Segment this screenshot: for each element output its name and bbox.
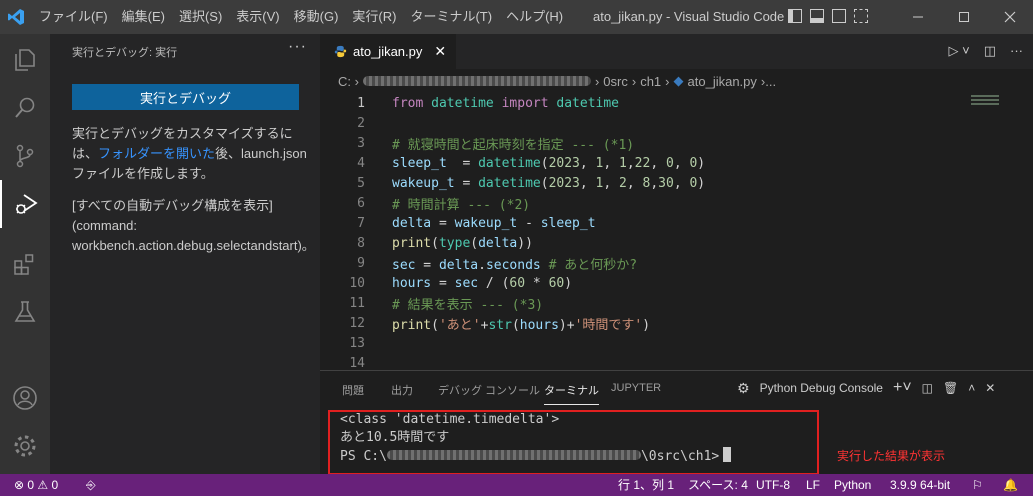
code-line: 7 delta = wakeup_t - sleep_t	[357, 215, 596, 231]
run-and-debug-button[interactable]: 実行とデバッグ	[72, 84, 299, 110]
problems-status[interactable]: ⊗ 0 ⚠ 0	[14, 474, 58, 496]
more-actions-icon[interactable]: ···	[288, 38, 307, 56]
window-title: ato_jikan.py - Visual Studio Code	[593, 9, 785, 24]
maximize-panel-icon[interactable]: ˄	[968, 381, 975, 395]
code-line: 4 sleep_t = datetime(2023, 1, 1,22, 0, 0)	[357, 155, 706, 171]
code-editor[interactable]: 1 from datetime import datetime 2 3 # 就寝時間…	[320, 93, 1033, 371]
breadcrumb-symbols[interactable]: ›...	[761, 74, 776, 89]
maximize-button[interactable]	[941, 0, 987, 34]
sidebar-title: 実行とデバッグ: 実行	[72, 47, 178, 59]
extensions-icon[interactable]	[0, 240, 50, 288]
testing-flask-icon[interactable]	[0, 288, 50, 336]
python-file-icon	[334, 45, 347, 58]
title-bar: ファイル(F) 編集(E) 選択(S) 表示(V) 移動(G) 実行(R) ター…	[0, 0, 1033, 34]
tab-close-icon[interactable]: ✕	[434, 43, 446, 60]
window-controls	[895, 0, 1033, 34]
tab-debug-console[interactable]: デバッグ コンソール	[438, 382, 540, 398]
menu-file[interactable]: ファイル(F)	[32, 0, 115, 34]
explorer-icon[interactable]	[0, 36, 50, 84]
run-and-debug-icon[interactable]	[0, 180, 50, 228]
customize-layout-icon[interactable]	[854, 9, 868, 23]
code-line: 2	[357, 115, 365, 131]
tab-label: ato_jikan.py	[353, 44, 423, 59]
annotation-highlight-box	[328, 410, 819, 475]
code-line: 9 sec = delta.seconds # あと何秒か?	[357, 255, 638, 273]
code-line: 10 hours = sec / (60 * 60)	[349, 275, 573, 291]
more-actions-icon[interactable]: ···	[1010, 43, 1023, 59]
open-folder-link[interactable]: フォルダーを開いた	[98, 146, 215, 161]
source-control-icon[interactable]	[0, 132, 50, 180]
menu-help[interactable]: ヘルプ(H)	[499, 0, 570, 34]
code-line: 8 print(type(delta))	[357, 235, 533, 251]
python-file-icon: ◆	[673, 73, 684, 88]
editor-tab-bar: ato_jikan.py ✕ ▷ ˅ ◫ ···	[320, 34, 1033, 69]
menu-selection[interactable]: 選択(S)	[172, 0, 229, 34]
code-line: 5 wakeup_t = datetime(2023, 1, 2, 8,30, 0…	[357, 175, 706, 191]
tab-ato-jikan[interactable]: ato_jikan.py ✕	[320, 34, 456, 69]
tab-problems[interactable]: 問題	[342, 382, 364, 398]
code-line: 13	[349, 335, 365, 351]
toggle-sidebar-icon[interactable]	[788, 9, 802, 23]
toggle-secondary-sidebar-icon[interactable]	[832, 9, 846, 23]
breadcrumb-folder-ch1[interactable]: ch1	[640, 74, 661, 89]
breadcrumb: C: › › 0src › ch1 › ◆ ato_jikan.py ›...	[320, 69, 1033, 93]
debug-gear-icon: ⚙	[737, 379, 750, 396]
eol-status[interactable]: LF	[806, 474, 820, 496]
cursor-position-status[interactable]: 行 1、列 1	[618, 474, 674, 496]
kill-terminal-icon[interactable]: 🗑	[943, 381, 958, 395]
accounts-icon[interactable]	[0, 374, 50, 422]
search-icon[interactable]	[0, 84, 50, 132]
menu-go[interactable]: 移動(G)	[287, 0, 346, 34]
run-debug-sidebar: 実行とデバッグ: 実行 ··· 実行とデバッグ 実行とデバッグをカスタマイズする…	[50, 34, 320, 474]
close-panel-icon[interactable]: ✕	[985, 381, 995, 395]
tab-output[interactable]: 出力	[391, 382, 413, 398]
code-line: 1 from datetime import datetime	[357, 95, 620, 111]
new-terminal-icon[interactable]: +˅	[893, 379, 912, 397]
menu-bar: ファイル(F) 編集(E) 選択(S) 表示(V) 移動(G) 実行(R) ター…	[32, 0, 570, 34]
panel-actions: ⚙ Python Debug Console +˅ ◫ 🗑 ˄ ✕	[737, 379, 995, 397]
python-interpreter-status[interactable]: 3.9.9 64-bit	[890, 474, 950, 496]
layout-controls	[788, 9, 868, 23]
notifications-bell-icon[interactable]: 🔔	[1003, 474, 1018, 496]
show-all-debug-configs-link[interactable]: [すべての自動デバッグ構成を表示] (command: workbench.ac…	[72, 196, 317, 256]
vscode-logo-icon	[0, 0, 32, 34]
code-line: 11 # 結果を表示 --- (*3)	[349, 295, 544, 313]
status-bar: ⊗ 0 ⚠ 0 ⎆ 行 1、列 1 スペース: 4 UTF-8 LF Pytho…	[0, 474, 1033, 496]
encoding-status[interactable]: UTF-8	[756, 474, 790, 496]
annotation-text: 実行した結果が表示	[837, 449, 946, 463]
code-line: 6 # 時間計算 --- (*2)	[357, 195, 531, 213]
menu-view[interactable]: 表示(V)	[229, 0, 286, 34]
debug-status-icon[interactable]: ⎆	[86, 474, 96, 496]
toggle-panel-icon[interactable]	[810, 9, 824, 23]
terminal-selector[interactable]: Python Debug Console	[760, 381, 883, 395]
tab-jupyter[interactable]: JUPYTER	[611, 382, 661, 394]
minimize-button[interactable]	[895, 0, 941, 34]
split-editor-icon[interactable]: ◫	[984, 43, 996, 59]
breadcrumb-drive[interactable]: C: ›	[338, 74, 359, 89]
menu-edit[interactable]: 編集(E)	[115, 0, 172, 34]
menu-run[interactable]: 実行(R)	[345, 0, 403, 34]
code-line: 12 print('あと'+str(hours)+'時間です')	[349, 315, 651, 333]
run-file-icon[interactable]: ▷ ˅	[949, 43, 970, 59]
feedback-icon[interactable]: ⚐	[972, 474, 983, 496]
redacted-path	[362, 76, 591, 86]
close-button[interactable]	[987, 0, 1033, 34]
split-terminal-icon[interactable]: ◫	[922, 381, 933, 395]
editor-actions: ▷ ˅ ◫ ···	[949, 43, 1024, 59]
sidebar-description: 実行とデバッグをカスタマイズするには、フォルダーを開いた後、launch.jso…	[72, 126, 307, 181]
breadcrumb-folder-0src[interactable]: 0src	[603, 74, 628, 89]
tab-terminal[interactable]: ターミナル	[544, 382, 599, 405]
breadcrumb-file[interactable]: ato_jikan.py	[688, 74, 757, 89]
indentation-status[interactable]: スペース: 4	[688, 474, 748, 496]
menu-terminal[interactable]: ターミナル(T)	[403, 0, 499, 34]
settings-gear-icon[interactable]	[0, 422, 50, 470]
language-mode-status[interactable]: Python	[834, 474, 871, 496]
activity-bar	[0, 34, 50, 474]
code-line: 3 # 就寝時間と起床時刻を指定 --- (*1)	[357, 135, 635, 153]
minimap[interactable]	[971, 95, 999, 107]
